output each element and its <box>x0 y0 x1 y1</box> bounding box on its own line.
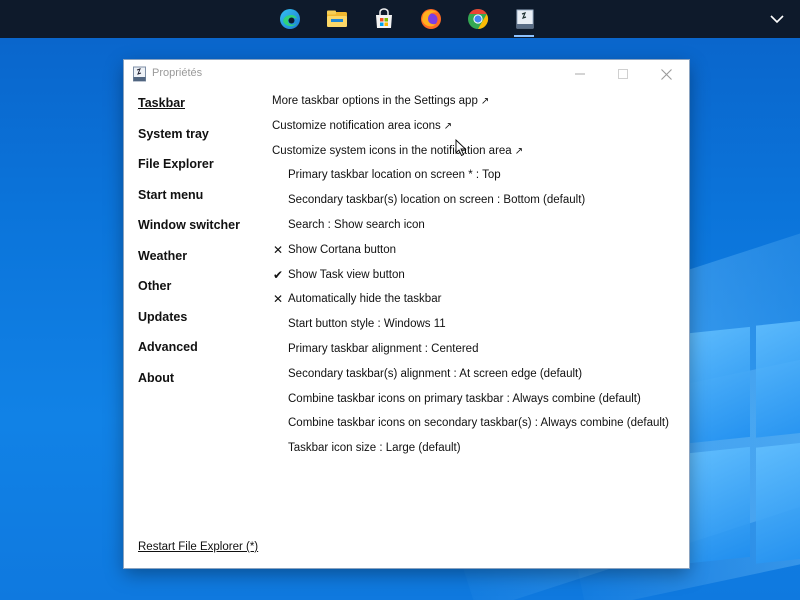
sidebar-item-window-switcher[interactable]: Window switcher <box>138 216 268 247</box>
cross-icon: ✕ <box>272 242 284 257</box>
option-start-button-style[interactable]: Start button style : Windows 11 <box>272 315 682 340</box>
external-link-icon: ↗ <box>514 145 524 157</box>
close-button[interactable] <box>643 60 689 88</box>
notification-area-icons-link[interactable]: Customize notification area icons ↗ <box>272 117 682 142</box>
option-combine-primary[interactable]: Combine taskbar icons on primary taskbar… <box>272 390 682 415</box>
option-label: Secondary taskbar(s) alignment : At scre… <box>288 367 583 380</box>
sidebar-item-label: System tray <box>138 126 209 141</box>
title-bar[interactable]: Propriétés <box>124 60 689 88</box>
file-explorer-icon[interactable] <box>313 2 360 36</box>
option-label: Primary taskbar location on screen * : T… <box>288 169 501 182</box>
sidebar-item-weather[interactable]: Weather <box>138 247 268 278</box>
option-icon-size[interactable]: Taskbar icon size : Large (default) <box>272 439 682 464</box>
sidebar-item-system-tray[interactable]: System tray <box>138 125 268 156</box>
option-combine-secondary[interactable]: Combine taskbar icons on secondary taskb… <box>272 414 682 439</box>
taskbar-icons <box>266 2 548 37</box>
option-primary-alignment[interactable]: Primary taskbar alignment : Centered <box>272 340 682 365</box>
sidebar-item-advanced[interactable]: Advanced <box>138 338 268 369</box>
taskbar <box>0 0 800 38</box>
option-primary-taskbar-location[interactable]: Primary taskbar location on screen * : T… <box>272 166 682 191</box>
option-label: Show Cortana button <box>288 243 397 256</box>
option-auto-hide-taskbar[interactable]: ✕ Automatically hide the taskbar <box>272 290 682 315</box>
option-show-task-view[interactable]: ✔ Show Task view button <box>272 266 682 291</box>
option-label: Customize system icons in the notificati… <box>272 144 512 157</box>
option-search[interactable]: Search : Show search icon <box>272 216 682 241</box>
checkmark-icon: ✔ <box>272 267 284 282</box>
sidebar-item-label: Start menu <box>138 187 204 202</box>
chrome-icon[interactable] <box>454 2 501 36</box>
option-label: Customize notification area icons <box>272 119 441 132</box>
option-secondary-alignment[interactable]: Secondary taskbar(s) alignment : At scre… <box>272 365 682 390</box>
option-label: Search : Show search icon <box>288 218 425 231</box>
option-label: Automatically hide the taskbar <box>288 293 442 306</box>
option-label: Secondary taskbar(s) location on screen … <box>288 194 586 207</box>
sidebar-item-label: Updates <box>138 309 188 324</box>
sidebar-item-about[interactable]: About <box>138 369 268 400</box>
firefox-icon[interactable] <box>407 2 454 36</box>
sidebar-item-label: About <box>138 370 175 385</box>
sidebar-item-start-menu[interactable]: Start menu <box>138 186 268 217</box>
sidebar-item-updates[interactable]: Updates <box>138 308 268 339</box>
microsoft-store-icon[interactable] <box>360 2 407 36</box>
windows-logo-wallpaper <box>690 300 800 600</box>
edge-icon[interactable] <box>266 2 313 36</box>
system-icons-link[interactable]: Customize system icons in the notificati… <box>272 142 682 167</box>
option-label: Primary taskbar alignment : Centered <box>288 342 479 355</box>
sidebar-item-file-explorer[interactable]: File Explorer <box>138 155 268 186</box>
chevron-down-icon[interactable] <box>768 10 786 28</box>
sidebar-item-label: Advanced <box>138 340 198 354</box>
external-link-icon: ↗ <box>480 96 490 107</box>
option-label: Taskbar icon size : Large (default) <box>288 442 461 455</box>
option-secondary-taskbar-location[interactable]: Secondary taskbar(s) location on screen … <box>272 191 682 216</box>
window-title: Propriétés <box>152 67 203 79</box>
mouse-cursor-icon <box>455 138 467 157</box>
sidebar-item-taskbar[interactable]: Taskbar <box>138 94 268 125</box>
settings-app-link[interactable]: More taskbar options in the Settings app… <box>272 92 682 117</box>
option-label: Start button style : Windows 11 <box>288 318 446 331</box>
option-label: Combine taskbar icons on primary taskbar… <box>288 392 641 405</box>
minimize-button[interactable] <box>557 60 603 88</box>
sidebar-item-label: Taskbar <box>138 96 186 110</box>
sidebar-item-label: Weather <box>138 248 188 263</box>
properties-app-icon[interactable] <box>501 2 548 37</box>
sidebar: Taskbar System tray File Explorer Start … <box>138 94 268 399</box>
sidebar-item-other[interactable]: Other <box>138 277 268 308</box>
external-link-icon: ↗ <box>443 120 453 132</box>
cross-icon: ✕ <box>272 292 284 307</box>
option-label: Show Task view button <box>288 268 405 281</box>
maximize-button[interactable] <box>600 60 646 88</box>
sidebar-item-label: File Explorer <box>138 157 214 171</box>
sidebar-item-label: Window switcher <box>138 218 240 232</box>
option-label: More taskbar options in the Settings app <box>272 95 478 107</box>
option-show-cortana[interactable]: ✕ Show Cortana button <box>272 241 682 266</box>
taskbar-options-list: More taskbar options in the Settings app… <box>272 92 682 464</box>
restart-file-explorer-link[interactable]: Restart File Explorer (*) <box>138 541 258 553</box>
properties-dialog: Propriétés Taskbar System tray File Expl… <box>124 60 689 568</box>
properties-app-icon <box>132 66 148 82</box>
sidebar-item-label: Other <box>138 279 172 293</box>
option-label: Combine taskbar icons on secondary taskb… <box>288 417 669 430</box>
